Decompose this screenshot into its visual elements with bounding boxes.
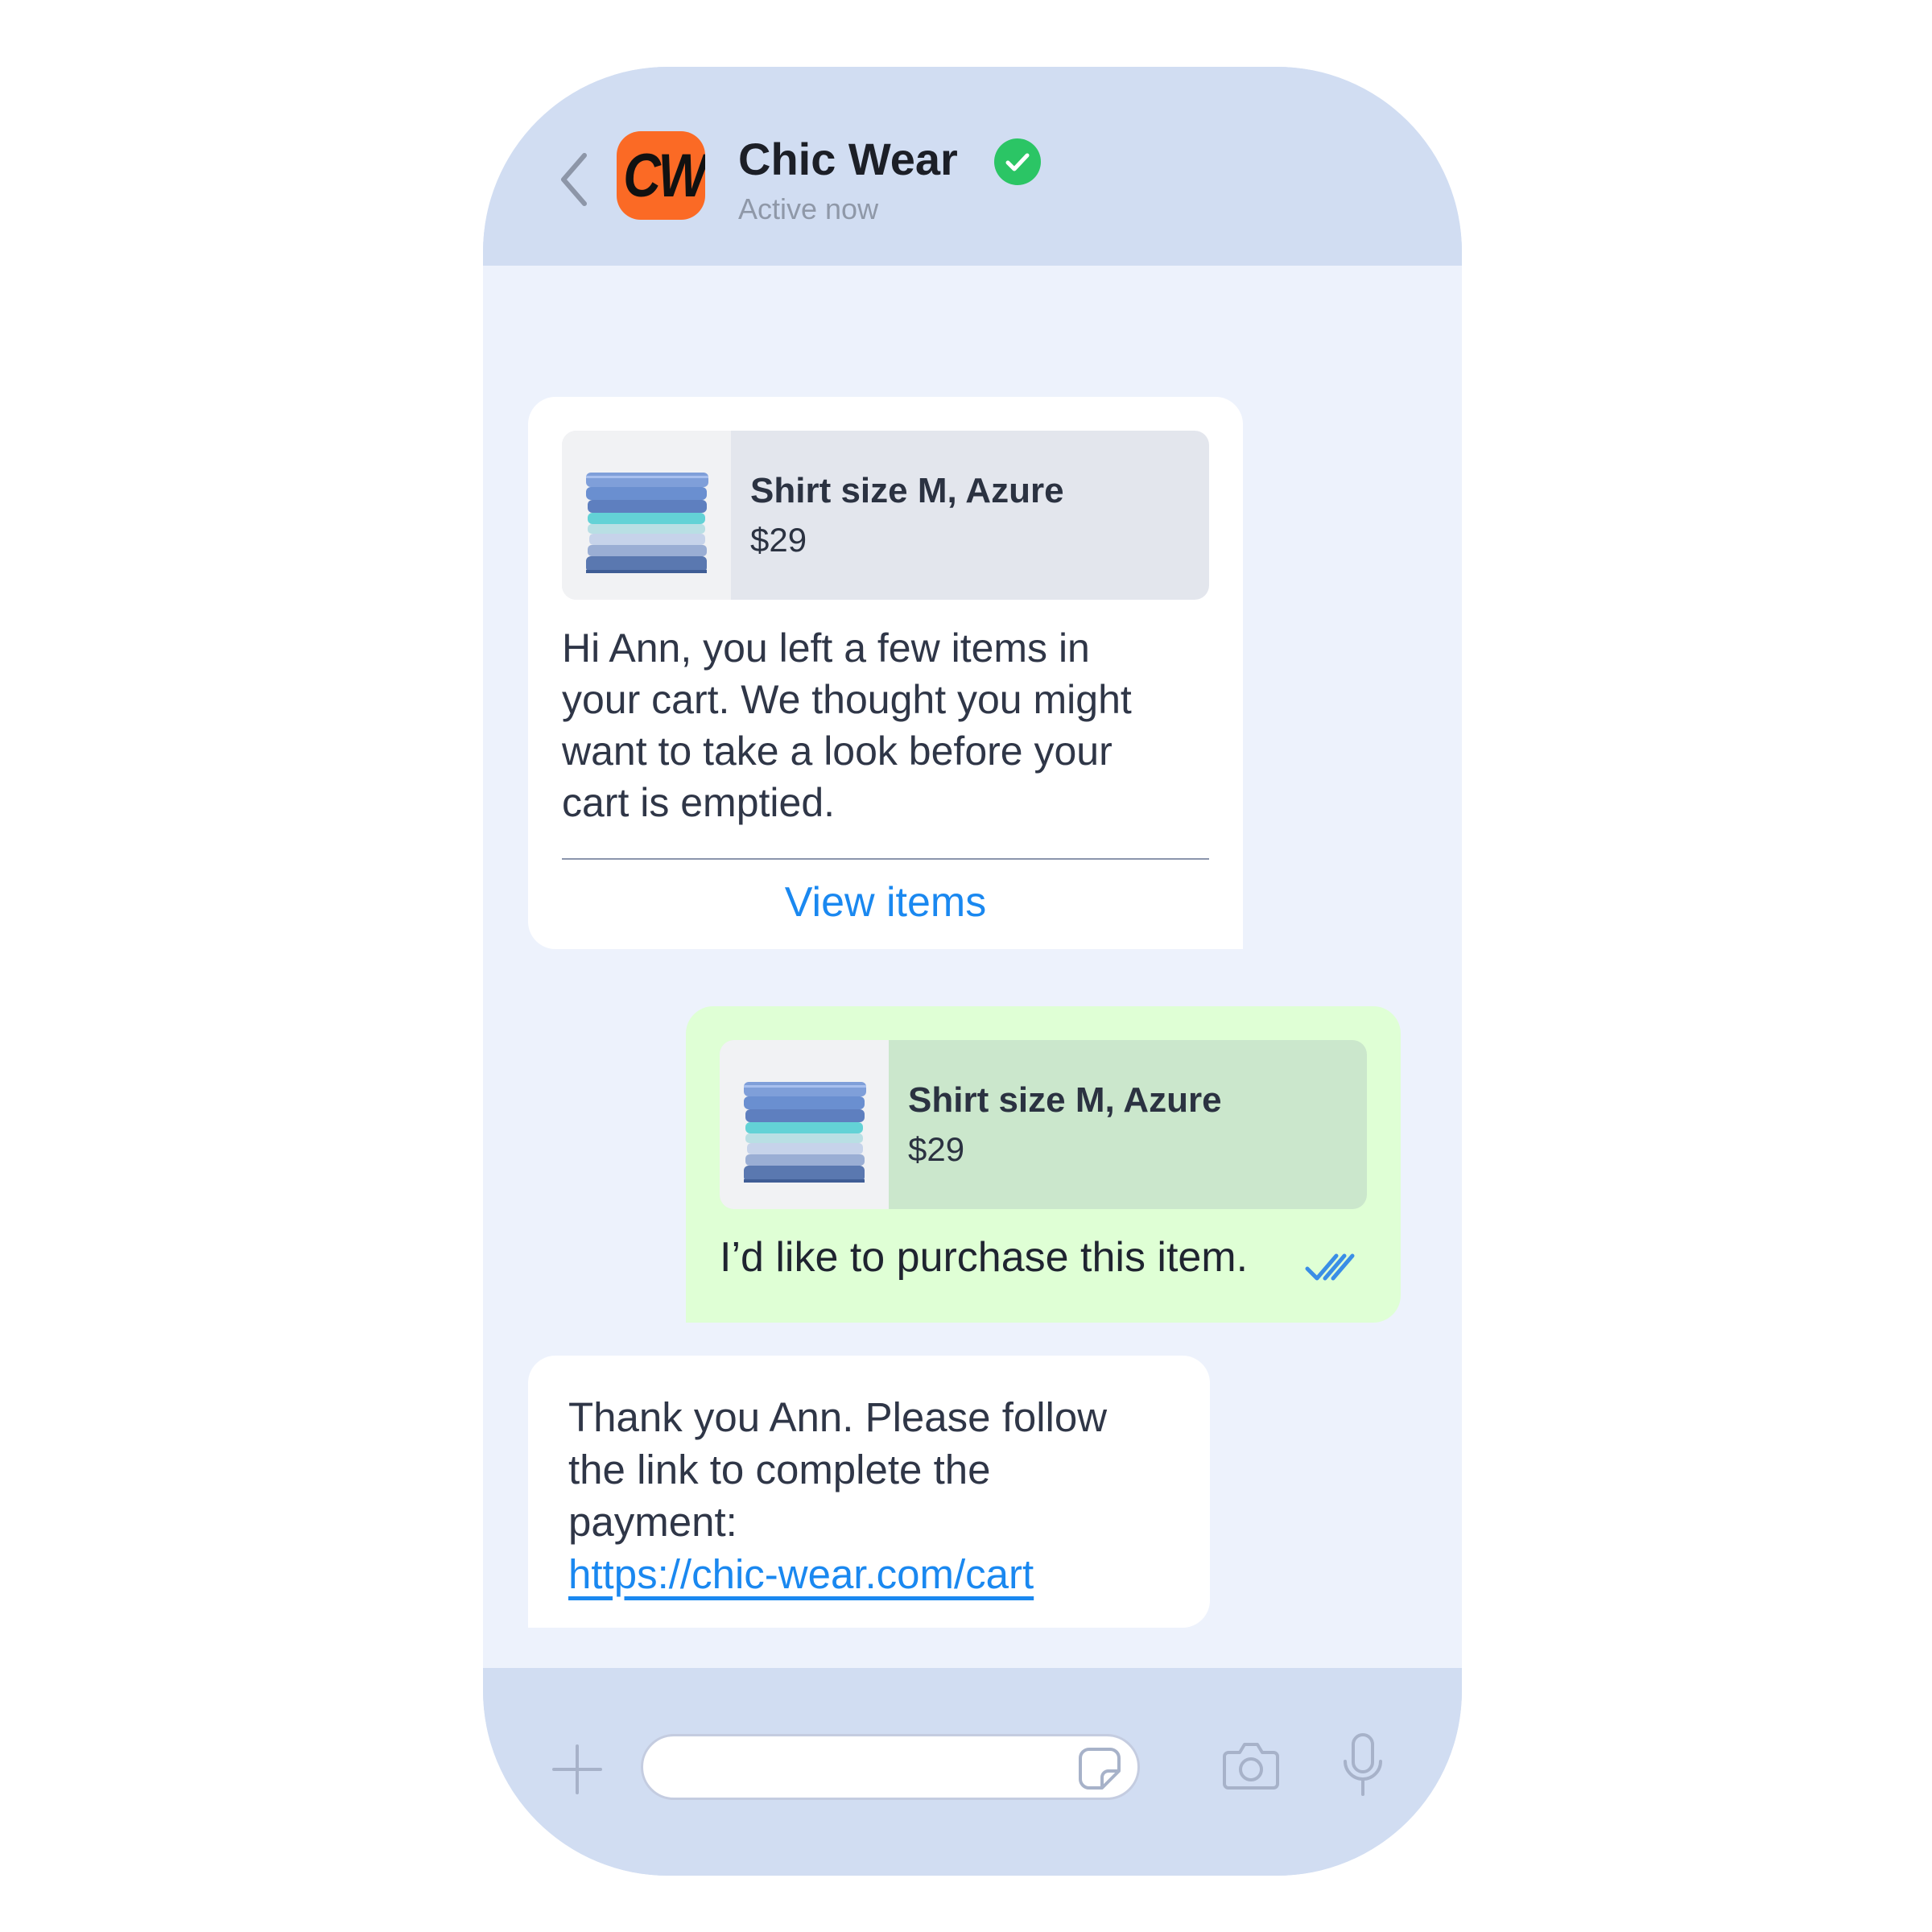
divider (562, 858, 1209, 860)
composer-bar (483, 1668, 1462, 1876)
double-check-read-icon (1305, 1253, 1355, 1281)
chevron-left-icon[interactable] (557, 147, 589, 212)
product-name: Shirt size M, Azure (750, 471, 1064, 510)
microphone-icon[interactable] (1342, 1732, 1384, 1797)
product-card[interactable]: Shirt size M, Azure $29 (720, 1040, 1367, 1209)
message-input[interactable] (641, 1734, 1140, 1800)
brand-logo[interactable]: CW (617, 131, 705, 220)
message-list[interactable]: Shirt size M, Azure $29 Hi Ann, you left… (483, 266, 1462, 1668)
verified-check-icon (994, 138, 1041, 185)
payment-link[interactable]: https://chic-wear.com/cart (568, 1548, 1034, 1600)
product-price: $29 (750, 521, 807, 559)
chat-header: CW Chic Wear Active now (483, 67, 1462, 266)
message-text: Hi Ann, you left a few items in your car… (562, 625, 1132, 825)
folded-shirts-image (562, 431, 731, 600)
view-items-button[interactable]: View items (562, 878, 1209, 927)
phone-frame: CW Chic Wear Active now Shirt size M, Az… (483, 67, 1462, 1876)
product-price: $29 (908, 1130, 965, 1168)
plus-icon[interactable] (552, 1744, 602, 1794)
brand-logo-text: CW (623, 142, 705, 210)
incoming-message: Thank you Ann. Please follow the link to… (528, 1356, 1210, 1628)
product-card[interactable]: Shirt size M, Azure $29 (562, 431, 1209, 600)
incoming-message: Shirt size M, Azure $29 Hi Ann, you left… (528, 397, 1243, 949)
contact-status: Active now (738, 192, 879, 225)
sticker-icon[interactable] (1078, 1747, 1121, 1790)
product-name: Shirt size M, Azure (908, 1080, 1222, 1120)
message-text: Thank you Ann. Please follow the link to… (568, 1394, 1108, 1545)
contact-name[interactable]: Chic Wear (738, 133, 958, 185)
camera-icon[interactable] (1222, 1740, 1280, 1791)
message-text: I’d like to purchase this item. (720, 1234, 1249, 1281)
outgoing-message: Shirt size M, Azure $29 I’d like to purc… (686, 1006, 1401, 1323)
folded-shirts-image (720, 1040, 889, 1209)
